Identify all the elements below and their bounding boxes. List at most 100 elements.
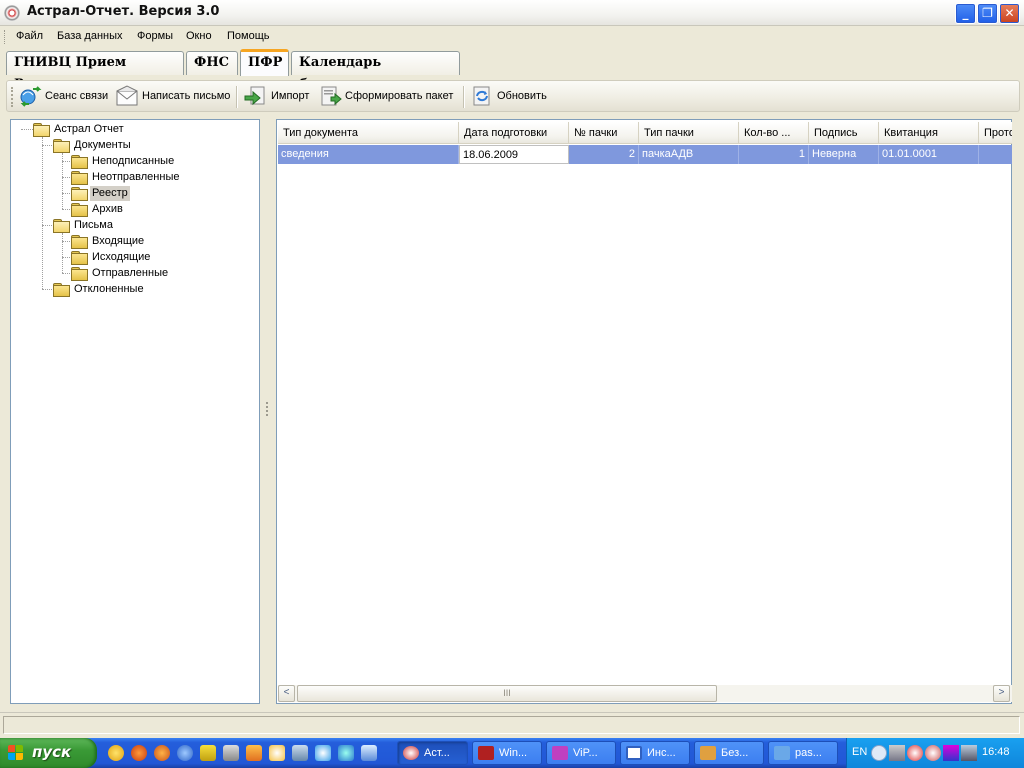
folder-icon [71,267,88,281]
refresh-button[interactable]: Обновить [470,84,550,109]
minimize-icon: _ [962,6,969,20]
task-button-paint[interactable]: Без... [694,741,764,765]
menu-database[interactable]: База данных [57,30,123,42]
word-document-icon [626,746,642,760]
build-package-icon [321,86,342,106]
media-player-icon[interactable] [315,745,331,761]
tree-item-label: Документы [74,139,131,151]
task-label: Инс... [647,747,676,759]
quick-launch-icon[interactable] [108,745,124,761]
task-button-word[interactable]: Инс... [620,741,690,765]
maximize-button[interactable]: ❐ [977,3,998,24]
table-cell[interactable]: 01.01.0001 [879,145,979,164]
astral-tray-icon[interactable] [925,745,941,761]
folder-tree: Астрал Отчет Документы Неподписанные Нео… [10,119,260,704]
save-disk-icon [478,746,494,760]
column-header-signature[interactable]: Подпись [809,122,879,144]
antivirus-icon[interactable] [907,745,923,761]
phone-app-icon[interactable] [292,745,308,761]
menu-forms[interactable]: Формы [137,30,173,42]
connection-session-button[interactable]: Сеанс связи [19,84,111,109]
task-button-pas[interactable]: pas... [768,741,838,765]
restore-icon: ❐ [982,6,993,20]
import-button[interactable]: Импорт [243,84,315,109]
table-cell[interactable]: 18.06.2009 [459,145,569,164]
opera-icon[interactable] [131,745,147,761]
monitor-icon[interactable] [961,745,977,761]
write-letter-button[interactable]: Написать письмо [115,84,231,109]
task-button-win[interactable]: Win... [472,741,542,765]
chevron-left-icon[interactable] [871,745,887,761]
triangle-tool-icon[interactable] [223,745,239,761]
envelope-icon [116,85,138,106]
tree-item-label: Письма [74,219,113,231]
tree-item-label: Отправленные [92,267,169,279]
toolbar: Сеанс связи Написать письмо Импорт Сформ… [6,80,1020,112]
column-header-prep-date[interactable]: Дата подготовки [459,122,569,144]
minimize-button[interactable]: _ [955,3,976,24]
tab-pfr[interactable]: ПФР [240,49,289,76]
folder-icon [53,219,70,233]
tree-connector [62,209,70,210]
menu-window[interactable]: Окно [186,30,212,42]
task-button-astral[interactable]: Аст... [397,741,468,765]
column-header-pack-type[interactable]: Тип пачки [639,122,739,144]
column-header-count[interactable]: Кол-во ... [739,122,809,144]
table-cell[interactable]: Неверна [809,145,879,164]
module-tabs: ГНИВЦ Прием Регион ФНС ПФР Календарь бух… [0,49,1024,92]
task-label: Win... [499,747,528,759]
folder-tool-icon[interactable] [200,745,216,761]
show-desktop-icon[interactable] [361,745,377,761]
windows-logo-icon [8,745,25,761]
tree-connector [62,233,63,273]
column-header-protocol[interactable]: Прото [979,122,1012,144]
table-cell[interactable] [979,145,1012,164]
tree-connector [62,161,70,162]
table-cell[interactable]: 2 [569,145,639,164]
window-title: Астрал-Отчет. Версия 3.0 [27,4,220,19]
tree-connector [42,137,43,289]
toolbar-separator [463,86,465,108]
folder-icon [53,283,70,297]
column-header-doc-type[interactable]: Тип документа [278,122,459,144]
start-button[interactable]: пуск [0,738,97,768]
firefox-icon[interactable] [154,745,170,761]
globe-icon[interactable] [177,745,193,761]
column-header-receipt[interactable]: Квитанция [879,122,979,144]
scroll-right-button[interactable]: > [993,685,1010,702]
app-tray-icon[interactable] [943,745,959,761]
build-package-button[interactable]: Сформировать пакет [319,84,459,109]
task-button-vip[interactable]: ViP... [546,741,616,765]
tree-item-label: Неотправленные [92,171,180,183]
tab-gnivc[interactable]: ГНИВЦ Прием Регион [6,51,184,92]
tab-accountant-calendar[interactable]: Календарь бухгалтера [291,51,460,92]
menu-help[interactable]: Помощь [227,30,270,42]
tree-item-label: Отклоненные [74,283,144,295]
internet-explorer-icon[interactable] [338,745,354,761]
table-row[interactable]: сведения 18.06.2009 2 пачкаАДВ 1 Неверна… [278,145,1012,164]
panel-splitter[interactable] [266,402,269,416]
folder-icon [53,139,70,153]
close-icon: ✕ [1004,6,1015,20]
menu-file[interactable]: Файл [16,30,43,42]
table-cell[interactable]: 1 [739,145,809,164]
utility-icon[interactable] [246,745,262,761]
astral-app-icon[interactable] [4,5,20,21]
column-header-pack-number[interactable]: № пачки [569,122,639,144]
tab-fns[interactable]: ФНС [186,51,238,75]
task-label: Без... [721,747,749,759]
chevron-right-icon: > [998,687,1005,698]
table-cell[interactable]: сведения [278,145,459,164]
status-bar [0,712,1024,736]
scroll-left-button[interactable]: < [278,685,295,702]
horizontal-scrollbar[interactable]: < III > [278,685,1012,702]
network-icon[interactable] [889,745,905,761]
close-button[interactable]: ✕ [999,3,1020,24]
language-indicator[interactable]: EN [852,746,867,758]
clock-app-icon[interactable] [269,745,285,761]
folder-icon [71,155,88,169]
table-cell[interactable]: пачкаАДВ [639,145,739,164]
clock: 16:48 [982,746,1010,758]
tree-item-label: Реестр [90,186,130,201]
scroll-thumb[interactable]: III [297,685,717,702]
